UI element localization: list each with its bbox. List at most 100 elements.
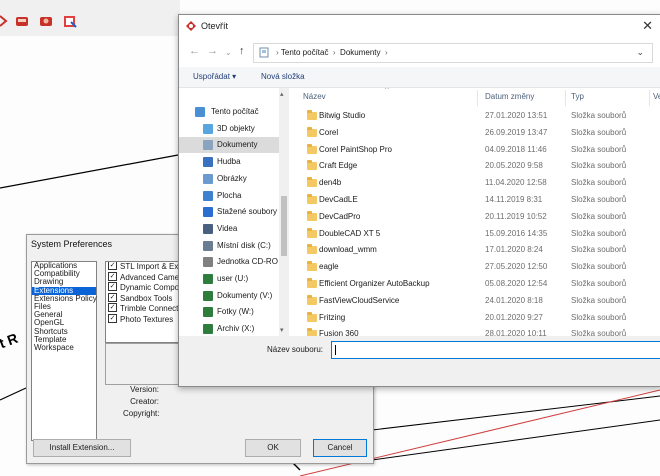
folder-icon xyxy=(307,294,317,305)
network-drive-icon xyxy=(203,324,213,335)
nav-item[interactable]: Obrázky xyxy=(179,171,287,187)
videos-icon xyxy=(203,223,213,234)
file-row[interactable]: eagle 27.05.2020 12:50 Složka souborů xyxy=(297,259,660,276)
column-divider[interactable] xyxy=(565,90,566,106)
file-row[interactable]: Bitwig Studio 27.01.2020 13:51 Složka soub… xyxy=(297,108,660,125)
back-arrow-icon[interactable]: ← xyxy=(189,45,200,57)
file-row[interactable]: DevCadPro 20.11.2019 10:52 Složka souborů xyxy=(297,209,660,226)
file-date: 11.04.2020 12:58 xyxy=(485,178,547,188)
extension-checkbox[interactable]: ✓ xyxy=(108,303,117,313)
folder-icon xyxy=(307,227,317,238)
nav-item[interactable]: Fotky (W:) xyxy=(179,304,287,320)
file-row[interactable]: Corel 26.09.2019 13:47 Složka souborů xyxy=(297,125,660,142)
column-divider[interactable] xyxy=(649,90,650,106)
file-row[interactable]: Fusion 360 28.01.2020 10:11 Složka souborů xyxy=(297,326,660,336)
scroll-down-icon[interactable]: ▾ xyxy=(280,326,284,334)
extension-checkbox[interactable]: ✓ xyxy=(108,262,117,271)
nav-item-label: Tento počítač xyxy=(211,107,259,116)
organize-menu[interactable]: Uspořádat ▾ xyxy=(193,72,236,81)
folder-icon xyxy=(307,261,317,272)
cancel-button[interactable]: Cancel xyxy=(313,439,367,457)
nav-item-label: 3D objekty xyxy=(217,123,255,133)
nav-item[interactable]: Archiv (X:) xyxy=(179,321,287,336)
dialog-titlebar: Otevřít ✕ xyxy=(179,15,660,39)
nav-item[interactable]: Jednotka CD-RO xyxy=(179,254,287,270)
file-type: Složka souborů xyxy=(571,279,627,288)
column-size[interactable]: Ve xyxy=(653,92,660,101)
organize-label: Uspořádat xyxy=(193,72,230,81)
address-bar[interactable]: › Tento počítač › Dokumenty › ⌄ xyxy=(253,43,653,63)
file-type: Složka souborů xyxy=(571,178,627,188)
ok-button[interactable]: OK xyxy=(245,439,301,457)
folder-icon xyxy=(307,278,317,288)
up-arrow-icon[interactable]: ↑ xyxy=(239,45,245,57)
file-name: eagle xyxy=(319,262,339,272)
file-date: 20.01.2020 9:27 xyxy=(485,312,543,322)
column-type[interactable]: Typ xyxy=(571,92,584,101)
column-date[interactable]: Datum změny xyxy=(485,92,534,101)
filename-label: Název souboru: xyxy=(267,345,324,354)
computer-icon xyxy=(259,47,269,58)
breadcrumb-documents[interactable]: Dokumenty xyxy=(340,48,380,57)
install-extension-button[interactable]: Install Extension... xyxy=(33,439,131,457)
navigation-pane[interactable]: Tento počítač 3D objekty Dokumenty Hudba Obr… xyxy=(179,88,291,336)
file-row[interactable]: DoubleCAD XT 5 15.09.2016 14:35 Složka sou… xyxy=(297,226,660,243)
recent-locations-icon[interactable]: ⌄ xyxy=(225,48,232,57)
new-folder-button[interactable]: Nová složka xyxy=(261,72,305,81)
file-type: Složka souborů xyxy=(571,127,627,137)
breadcrumb-this-pc[interactable]: Tento počítač xyxy=(281,48,329,57)
file-row[interactable]: download_wmm 17.01.2020 8:24 Složka soubor… xyxy=(297,242,660,259)
open-file-dialog: Otevřít ✕ ← → ⌄ ↑ › Tento počítač › Doku… xyxy=(178,14,660,387)
forward-arrow-icon[interactable]: → xyxy=(207,45,218,57)
file-type: Složka souborů xyxy=(571,144,627,154)
file-row[interactable]: Craft Edge 20.05.2020 9:58 Složka souborů xyxy=(297,158,660,175)
nav-item[interactable]: Dokumenty (V:) xyxy=(179,288,287,304)
nav-scroll-thumb[interactable] xyxy=(281,196,287,256)
nav-item[interactable]: 3D objekty xyxy=(179,121,287,137)
nav-scrollbar[interactable]: ▴ ▾ xyxy=(279,88,289,336)
nav-item[interactable]: Plocha xyxy=(179,188,287,204)
file-row[interactable]: FastViewCloudService 24.01.2020 8:18 Složk… xyxy=(297,293,660,310)
file-date: 28.01.2020 10:11 xyxy=(485,329,547,336)
close-icon[interactable]: ✕ xyxy=(642,18,653,34)
extension-checkbox[interactable]: ✓ xyxy=(108,282,117,292)
file-name: DevCadPro xyxy=(319,211,361,221)
nav-item-label: Místní disk (C:) xyxy=(217,240,271,250)
file-name: DoubleCAD XT 5 xyxy=(319,228,381,238)
extension-label: Trimble Connect xyxy=(120,304,179,313)
scroll-up-icon[interactable]: ▴ xyxy=(280,90,284,98)
file-name: DevCadLE xyxy=(319,195,358,204)
category-list[interactable]: Applications Compatibility Drawing Extensio… xyxy=(31,261,97,441)
column-divider[interactable] xyxy=(477,90,478,106)
extension-checkbox[interactable]: ✓ xyxy=(108,292,117,302)
file-row[interactable]: Fritzing 20.01.2020 9:27 Složka souborů xyxy=(297,310,660,327)
nav-item-label: Jednotka CD-RO xyxy=(217,257,278,267)
file-type: Složka souborů xyxy=(571,228,627,238)
extension-checkbox[interactable]: ✓ xyxy=(108,271,117,281)
nav-item[interactable]: Videa xyxy=(179,221,287,237)
file-list[interactable]: Název ^ Datum změny Typ Ve Bitwig Studio… xyxy=(297,88,660,336)
nav-item-label: user (U:) xyxy=(217,274,249,283)
extension-checkbox[interactable]: ✓ xyxy=(108,313,117,323)
nav-item-label: Archiv (X:) xyxy=(217,324,255,334)
file-type: Složka souborů xyxy=(571,111,627,120)
nav-item[interactable]: Dokumenty xyxy=(179,137,287,154)
column-name[interactable]: Název xyxy=(303,92,326,101)
nav-item[interactable]: Hudba xyxy=(179,154,287,170)
file-name: download_wmm xyxy=(319,245,377,255)
breadcrumb[interactable]: › Tento počítač › Dokumenty › xyxy=(276,48,388,57)
nav-item[interactable]: Místní disk (C:) xyxy=(179,238,287,254)
nav-item[interactable]: Stažené soubory xyxy=(179,204,287,220)
file-row[interactable]: Efficient Organizer AutoBackup 05.08.2020… xyxy=(297,276,660,293)
address-dropdown-icon[interactable]: ⌄ xyxy=(636,47,644,58)
file-date: 27.01.2020 13:51 xyxy=(485,111,548,120)
file-type: Složka souborů xyxy=(571,295,627,305)
filename-input[interactable] xyxy=(331,341,660,359)
nav-item[interactable]: Tento počítač xyxy=(179,104,287,120)
file-name: Fusion 360 xyxy=(319,329,359,336)
file-row[interactable]: den4b 11.04.2020 12:58 Složka souborů xyxy=(297,175,660,192)
nav-item[interactable]: user (U:) xyxy=(179,271,287,287)
file-row[interactable]: DevCadLE 14.11.2019 8:31 Složka souborů xyxy=(297,192,660,209)
file-row[interactable]: Corel PaintShop Pro 04.09.2018 11:46 Složk… xyxy=(297,142,660,159)
category-item[interactable]: Workspace xyxy=(32,343,96,352)
